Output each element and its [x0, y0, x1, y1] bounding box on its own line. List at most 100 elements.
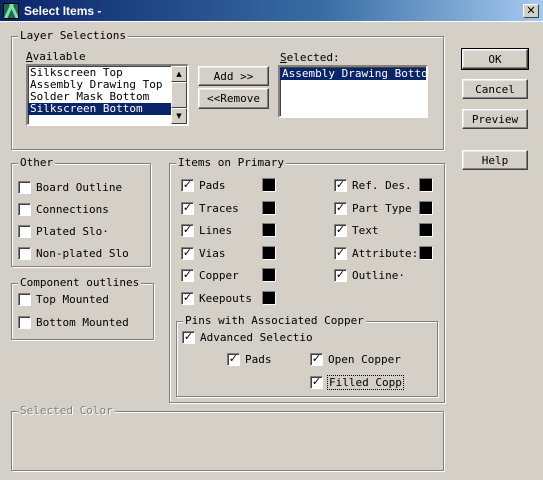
pads-label: Pads: [199, 178, 226, 192]
component-outlines-legend: Component outlines: [18, 276, 142, 289]
ok-button[interactable]: OK: [461, 48, 529, 70]
traces-checkbox[interactable]: ✓ Traces: [181, 201, 239, 215]
selected-label: Selected:: [280, 51, 340, 64]
preview-button[interactable]: Preview: [462, 109, 528, 129]
ref-des-checkbox[interactable]: ✓ Ref. Des.: [334, 178, 412, 192]
help-button[interactable]: Help: [462, 150, 528, 170]
part-type-color-swatch[interactable]: [419, 201, 433, 215]
checkbox-box[interactable]: [18, 315, 31, 329]
check-mark-icon[interactable]: ✓: [181, 268, 194, 282]
vias-label: Vias: [199, 246, 226, 260]
open-copper-checkbox[interactable]: ✓ Open Copper: [310, 352, 401, 366]
check-mark-icon[interactable]: ✓: [181, 246, 194, 260]
text-color-swatch[interactable]: [419, 223, 433, 237]
check-mark-icon[interactable]: ✓: [181, 291, 194, 305]
available-scrollbar[interactable]: ▲ ▼: [171, 66, 187, 124]
traces-label: Traces: [199, 201, 239, 215]
lines-checkbox[interactable]: ✓ Lines: [181, 223, 232, 237]
copper-checkbox[interactable]: ✓ Copper: [181, 268, 239, 282]
keepouts-checkbox[interactable]: ✓ Keepouts: [181, 291, 252, 305]
help-button-label: Help: [481, 153, 509, 167]
plated-slots-checkbox[interactable]: Plated Slo·: [18, 224, 109, 238]
bottom-mounted-label: Bottom Mounted: [36, 315, 129, 329]
board-outline-checkbox[interactable]: Board Outline: [18, 180, 122, 194]
preview-button-label: Preview: [471, 112, 519, 126]
checkbox-box[interactable]: [18, 202, 31, 216]
check-mark-icon[interactable]: ✓: [334, 201, 347, 215]
pins-copper-legend: Pins with Associated Copper: [183, 314, 366, 327]
non-plated-slots-label: Non-plated Slo: [36, 246, 129, 260]
check-mark-icon[interactable]: ✓: [310, 375, 323, 389]
selected-color-legend: Selected Color: [18, 404, 115, 417]
part-type-checkbox[interactable]: ✓ Part Type: [334, 201, 412, 215]
pads-checkbox[interactable]: ✓ Pads: [181, 178, 226, 192]
keepouts-color-swatch[interactable]: [262, 291, 276, 305]
keepouts-label: Keepouts: [199, 291, 252, 305]
available-label: Available: [26, 50, 86, 63]
check-mark-icon[interactable]: ✓: [334, 223, 347, 237]
attributes-label: Attribute:: [352, 246, 419, 260]
top-mounted-label: Top Mounted: [36, 292, 109, 306]
connections-label: Connections: [36, 202, 109, 216]
check-mark-icon[interactable]: ✓: [181, 201, 194, 215]
available-item-silkscreen-bottom[interactable]: Silkscreen Bottom: [28, 103, 187, 115]
attributes-checkbox[interactable]: ✓ Attribute:: [334, 246, 418, 260]
title-bar[interactable]: Select Items - ✕: [0, 0, 543, 22]
open-copper-label: Open Copper: [328, 352, 401, 366]
checkbox-box[interactable]: [18, 246, 31, 260]
add-button-label: Add >>: [213, 69, 254, 83]
pads-color-swatch[interactable]: [262, 178, 276, 192]
ref-des-color-swatch[interactable]: [419, 178, 433, 192]
scroll-down-icon[interactable]: ▼: [171, 108, 187, 124]
checkbox-box[interactable]: [18, 292, 31, 306]
outlines-checkbox[interactable]: ✓ Outline·: [334, 268, 405, 282]
lines-label: Lines: [199, 223, 233, 237]
connections-checkbox[interactable]: Connections: [18, 202, 109, 216]
app-logo-icon: [3, 2, 19, 19]
lines-color-swatch[interactable]: [262, 223, 276, 237]
text-checkbox[interactable]: ✓ Text: [334, 223, 379, 237]
check-mark-icon[interactable]: ✓: [334, 178, 347, 192]
available-listbox[interactable]: Silkscreen Top Assembly Drawing Top Sold…: [26, 64, 189, 126]
selected-item-assembly-drawing-bottom[interactable]: Assembly Drawing Bottom: [280, 68, 426, 80]
filled-copper-label: Filled Copp: [327, 374, 404, 390]
selected-color-group: Selected Color: [11, 404, 444, 471]
scroll-thumb[interactable]: [171, 82, 187, 108]
selected-listbox[interactable]: Assembly Drawing Bottom: [278, 65, 428, 118]
check-mark-icon[interactable]: ✓: [182, 330, 195, 344]
check-mark-icon[interactable]: ✓: [181, 178, 194, 192]
cancel-button[interactable]: Cancel: [462, 79, 528, 99]
check-mark-icon[interactable]: ✓: [227, 352, 240, 366]
copper-color-swatch[interactable]: [262, 268, 276, 282]
check-mark-icon[interactable]: ✓: [334, 268, 347, 282]
layer-selections-legend: Layer Selections: [18, 29, 128, 42]
ok-button-label: OK: [488, 52, 502, 66]
other-legend: Other: [18, 156, 56, 169]
checkbox-box[interactable]: [18, 180, 31, 194]
plated-slots-label: Plated Slo·: [36, 224, 109, 238]
vias-checkbox[interactable]: ✓ Vias: [181, 246, 226, 260]
remove-button-label: <<Remove: [207, 92, 260, 105]
scroll-up-icon[interactable]: ▲: [171, 66, 187, 82]
attributes-color-swatch[interactable]: [419, 246, 433, 260]
top-mounted-checkbox[interactable]: Top Mounted: [18, 292, 109, 306]
add-button[interactable]: Add >>: [198, 66, 269, 86]
check-mark-icon[interactable]: ✓: [334, 246, 347, 260]
non-plated-slots-checkbox[interactable]: Non-plated Slo: [18, 246, 129, 260]
outlines-label: Outline·: [352, 268, 405, 282]
text-label: Text: [352, 223, 379, 237]
advanced-selection-checkbox[interactable]: ✓ Advanced Selectio: [182, 330, 313, 344]
remove-button[interactable]: <<Remove: [198, 88, 269, 109]
ref-des-label: Ref. Des.: [352, 178, 412, 192]
vias-color-swatch[interactable]: [262, 246, 276, 260]
close-button[interactable]: ✕: [523, 4, 539, 18]
check-mark-icon[interactable]: ✓: [181, 223, 194, 237]
filled-copper-checkbox[interactable]: ✓ Filled Copp: [310, 374, 404, 390]
traces-color-swatch[interactable]: [262, 201, 276, 215]
pins-pads-label: Pads: [245, 352, 272, 366]
checkbox-box[interactable]: [18, 224, 31, 238]
cancel-button-label: Cancel: [475, 82, 515, 96]
check-mark-icon[interactable]: ✓: [310, 352, 323, 366]
bottom-mounted-checkbox[interactable]: Bottom Mounted: [18, 315, 129, 329]
pins-pads-checkbox[interactable]: ✓ Pads: [227, 352, 272, 366]
